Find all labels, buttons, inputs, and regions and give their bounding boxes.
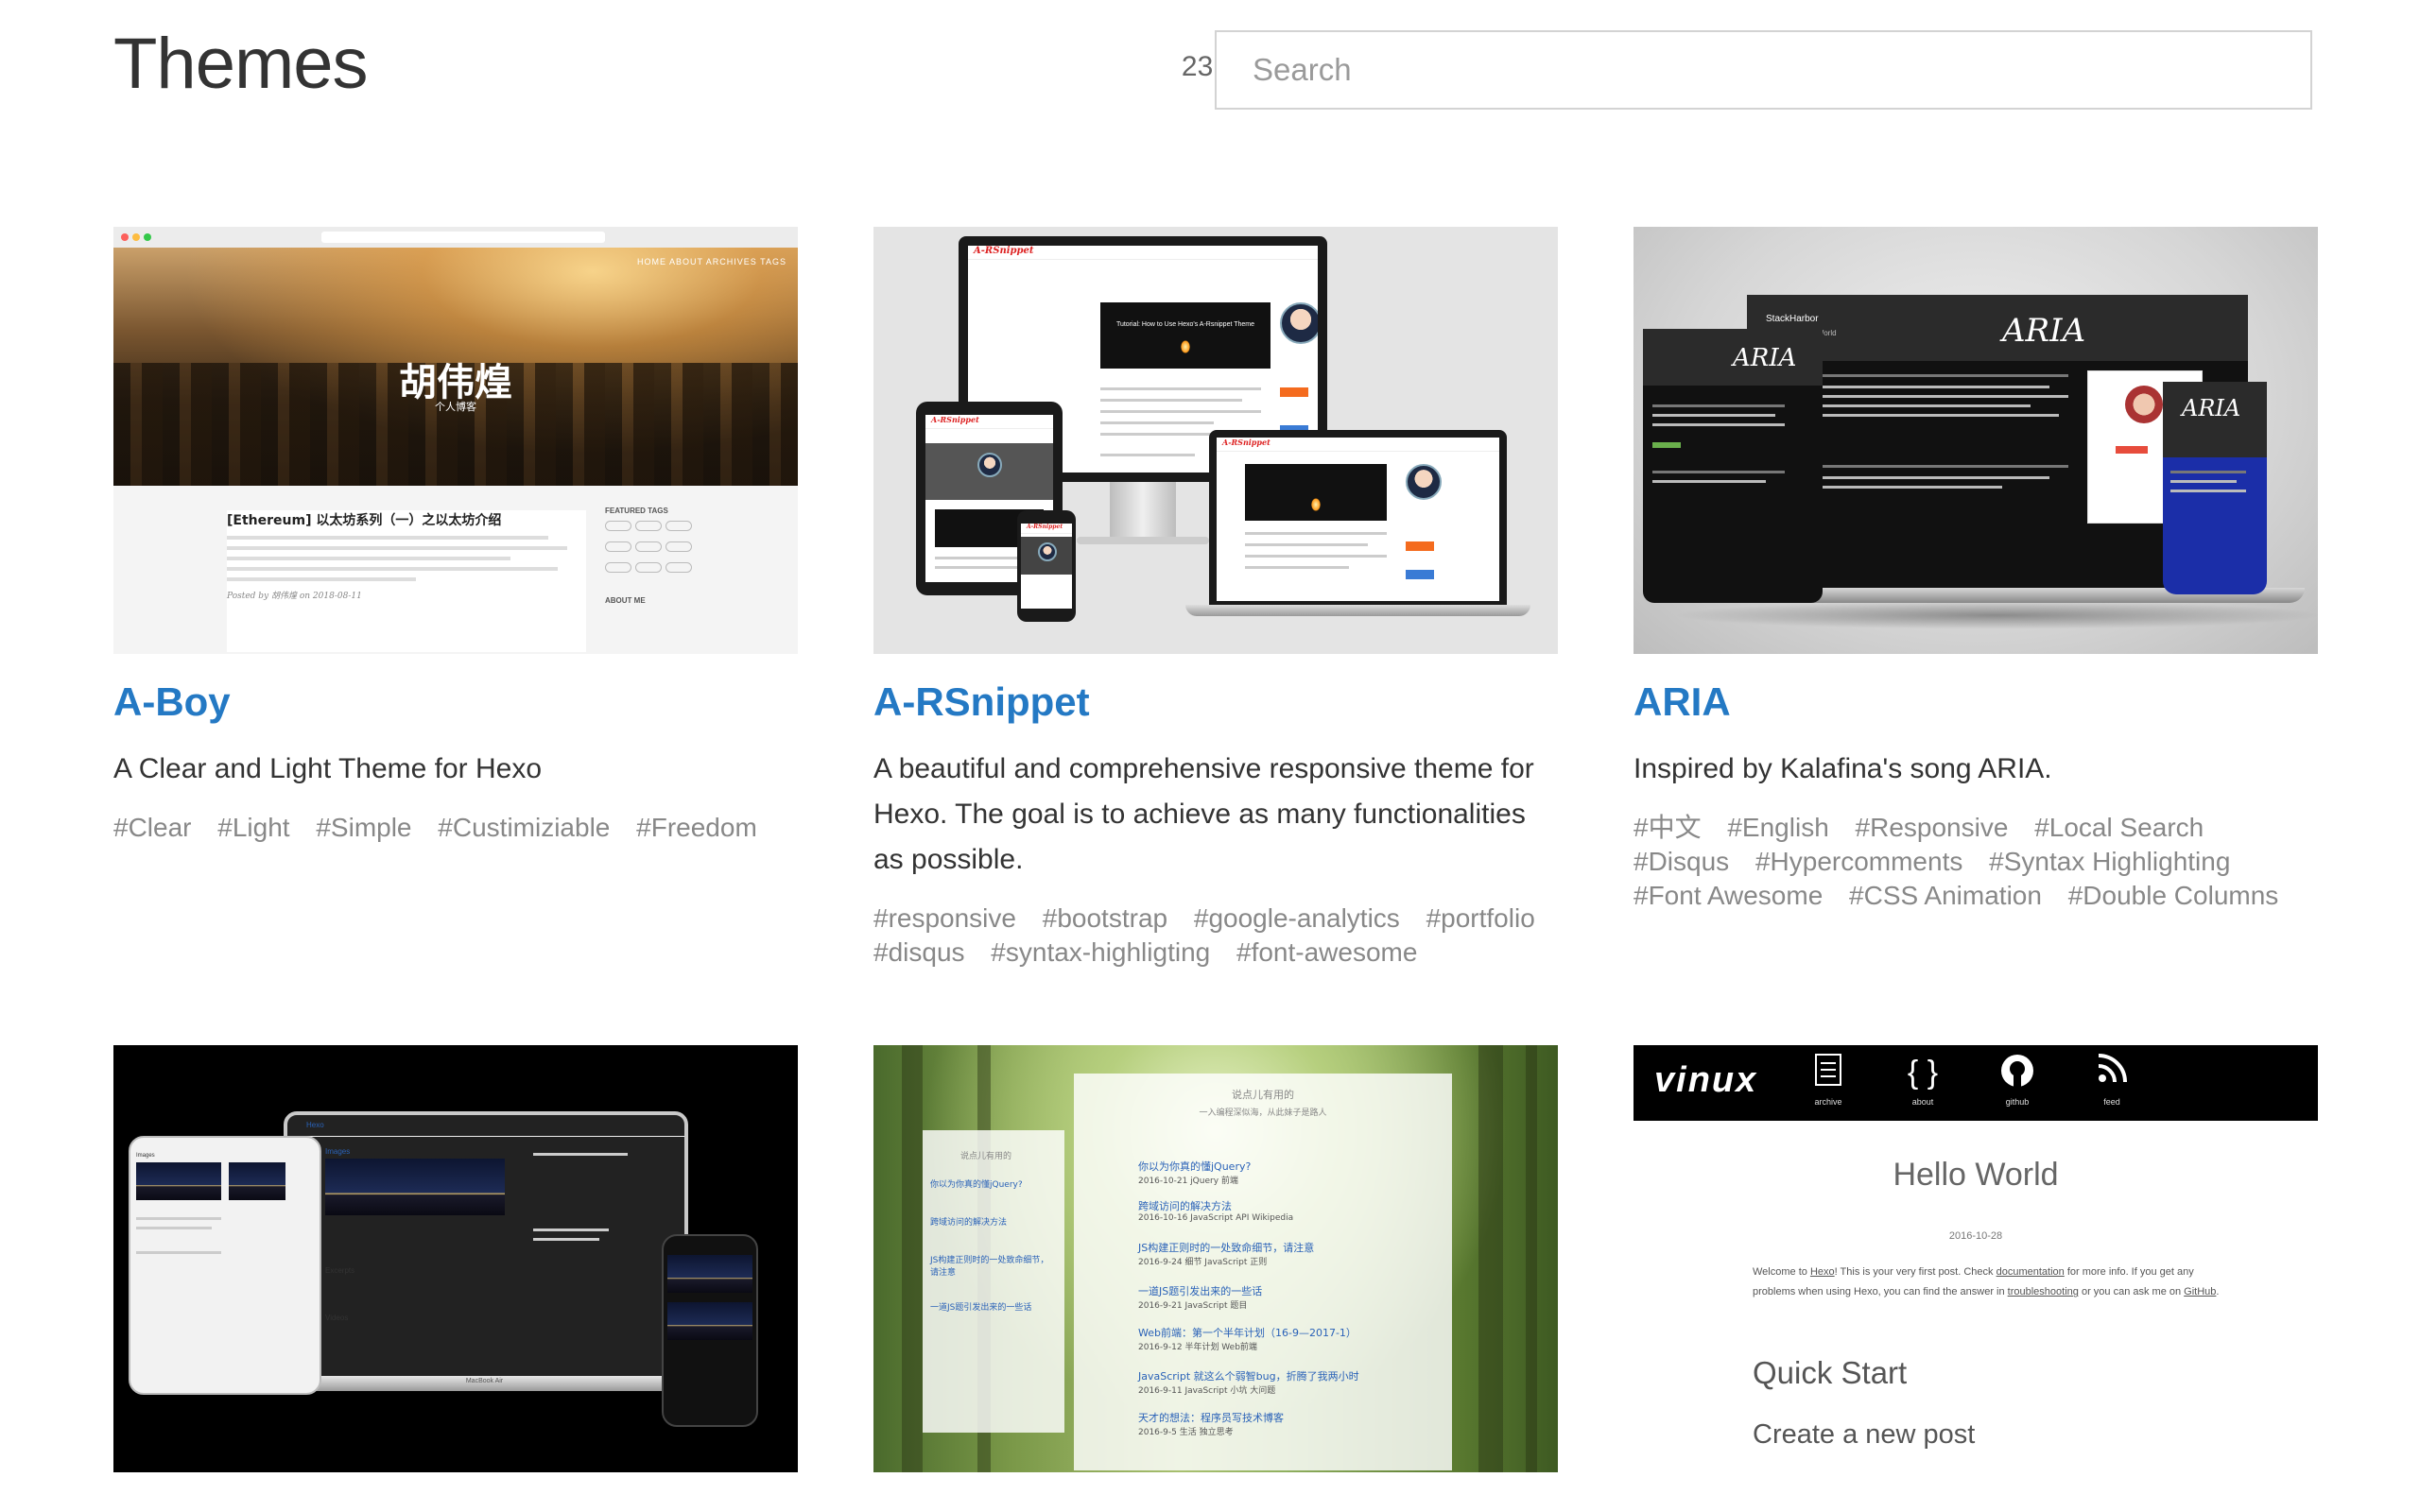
aria-logo: ARIA [2002, 312, 2086, 350]
preview-nav: HOME ABOUT ARCHIVES TAGS [636, 257, 786, 266]
theme-name-link[interactable]: A-Boy [113, 679, 798, 726]
preview-nav-archive: archive [1800, 1053, 1857, 1109]
theme-tag[interactable]: #portfolio [1426, 903, 1535, 933]
theme-screenshot-5[interactable]: 说点儿有用的 你以为你真的懂jQuery? 跨域访问的解决方法 JS构建正则时的… [873, 1045, 1558, 1473]
preview-post-body: Welcome to Hexo! This is your very first… [1753, 1266, 2220, 1298]
address-bar [321, 232, 605, 243]
search-input[interactable] [1215, 30, 2312, 110]
preview-sidebar: FEATURED TAGS ABOUT ME [605, 507, 718, 605]
rss-icon [2083, 1053, 2140, 1092]
theme-tag[interactable]: #syntax-highligting [991, 937, 1210, 967]
close-dot-icon [121, 233, 129, 241]
theme-tag[interactable]: #Responsive [1856, 813, 2009, 842]
theme-name-link[interactable]: A-RSnippet [873, 679, 1558, 726]
theme-description: A beautiful and comprehensive responsive… [873, 753, 1534, 876]
theme-tag[interactable]: #Syntax Highlighting [1989, 847, 2230, 876]
preview-heading: Quick Start [1753, 1355, 1908, 1391]
tablet: ARIA [1643, 329, 1823, 603]
browser-toolbar [113, 227, 798, 249]
theme-tag[interactable]: #google-analytics [1194, 903, 1400, 933]
theme-screenshot-6[interactable]: vinux archive { } about github feed Hell… [1634, 1045, 2318, 1473]
preview-logo: A-RSnippet [968, 246, 1318, 260]
theme-tag[interactable]: #中文 [1634, 813, 1702, 842]
preview-brand: vinux [1654, 1060, 1758, 1101]
preview-post: [Ethereum] 以太坊系列（一）之以太坊介绍 Posted by 胡伟煌 … [227, 510, 586, 652]
theme-tags: #Clear #Light #Simple #Custimiziable #Fr… [113, 811, 798, 845]
theme-tag[interactable]: #font-awesome [1236, 937, 1417, 967]
theme-tag[interactable]: #Custimiziable [438, 813, 610, 842]
preview-site-name: Hexo [306, 1121, 324, 1130]
github-icon [1989, 1053, 2046, 1092]
preview-posted-by: Posted by 胡伟煌 on 2018-08-11 [227, 592, 362, 601]
theme-screenshot-a-rsnippet[interactable]: A-RSnippet Tutorial: How to Use Hexo's A… [873, 227, 1558, 654]
theme-description: Inspired by Kalafina's song ARIA. [1634, 753, 2052, 785]
hero-subtitle: 个人博客 [435, 402, 476, 413]
phone: A-RSnippet [1017, 510, 1076, 622]
theme-tag[interactable]: #Local Search [2034, 813, 2204, 842]
theme-tags: #中文 #English #Responsive #Local Search #… [1634, 811, 2318, 913]
page-header: Themes 231 items [113, 0, 2316, 151]
theme-tag[interactable]: #responsive [873, 903, 1016, 933]
theme-tag[interactable]: #Freedom [636, 813, 757, 842]
theme-tag[interactable]: #Simple [316, 813, 411, 842]
theme-description: A Clear and Light Theme for Hexo [113, 753, 543, 785]
theme-grid: HOME ABOUT ARCHIVES TAGS 胡伟煌 个人博客 [Ether… [113, 227, 2318, 1497]
about-me-heading: ABOUT ME [605, 596, 646, 605]
braces-icon: { } [1907, 1055, 1939, 1091]
theme-tag[interactable]: #bootstrap [1043, 903, 1167, 933]
preview-post-title: [Ethereum] 以太坊系列（一）之以太坊介绍 [227, 513, 502, 528]
page-title: Themes [113, 24, 369, 104]
theme-tag[interactable]: #Disqus [1634, 847, 1729, 876]
archive-icon [1800, 1053, 1857, 1092]
preview-nav-about: { } about [1894, 1053, 1951, 1109]
preview-section-videos: Videos [325, 1314, 349, 1323]
mobile-preview-panel: 说点儿有用的 你以为你真的懂jQuery? 跨域访问的解决方法 JS构建正则时的… [923, 1130, 1064, 1434]
theme-screenshot-4[interactable]: Hexo Images Excerpts Videos MacBook Air [113, 1045, 798, 1473]
theme-card-aria: ARIA StackHarbor Whisper to the World [1634, 227, 2318, 970]
preview-navbar: vinux archive { } about github feed [1634, 1045, 2318, 1122]
preview-site-name: 说点儿有用的 [1232, 1089, 1294, 1102]
minimize-dot-icon [132, 233, 140, 241]
theme-card-4: Hexo Images Excerpts Videos MacBook Air [113, 1045, 798, 1497]
theme-tag[interactable]: #Light [217, 813, 289, 842]
theme-tag[interactable]: #Clear [113, 813, 191, 842]
phone [662, 1234, 758, 1428]
theme-screenshot-a-boy[interactable]: HOME ABOUT ARCHIVES TAGS 胡伟煌 个人博客 [Ether… [113, 227, 798, 654]
theme-tag[interactable]: #English [1727, 813, 1828, 842]
preview-subheading: Create a new post [1753, 1419, 1976, 1451]
theme-tag[interactable]: #CSS Animation [1849, 881, 2042, 910]
maximize-dot-icon [144, 233, 151, 241]
theme-screenshot-aria[interactable]: ARIA StackHarbor Whisper to the World [1634, 227, 2318, 654]
theme-card-a-rsnippet: A-RSnippet Tutorial: How to Use Hexo's A… [873, 227, 1558, 970]
preview-tagline: 一入编程深似海，从此妹子是路人 [1199, 1108, 1327, 1119]
theme-tag[interactable]: #Font Awesome [1634, 881, 1823, 910]
theme-tags: #responsive #bootstrap #google-analytics… [873, 902, 1558, 970]
preview-section-images: Images [325, 1147, 351, 1157]
preview-nav-github: github [1989, 1053, 2046, 1109]
theme-tag[interactable]: #Hypercomments [1755, 847, 1962, 876]
theme-card-a-boy: HOME ABOUT ARCHIVES TAGS 胡伟煌 个人博客 [Ether… [113, 227, 798, 970]
theme-name-link[interactable]: ARIA [1634, 679, 2318, 726]
themes-page: Themes 231 items HOME ABOUT ARCHIVES TAG… [0, 0, 2420, 1512]
preview-post-title: Hello World [1893, 1157, 2059, 1194]
preview-section-excerpts: Excerpts [325, 1266, 355, 1276]
site-name: StackHarbor [1766, 314, 1819, 324]
theme-tag[interactable]: #Double Columns [2068, 881, 2279, 910]
hero-image: HOME ABOUT ARCHIVES TAGS 胡伟煌 个人博客 [113, 248, 798, 486]
phone: ARIA [2163, 382, 2267, 594]
preview-post-date: 2016-10-28 [1948, 1230, 2003, 1243]
preview-nav-feed: feed [2083, 1053, 2140, 1109]
laptop: Hexo Images Excerpts Videos [284, 1111, 688, 1384]
featured-tags-heading: FEATURED TAGS [605, 507, 668, 515]
tablet: Images [129, 1136, 321, 1396]
laptop: A-RSnippet [1209, 430, 1507, 605]
preview-post-title: Tutorial: How to Use Hexo's A-Rsnippet T… [1115, 321, 1255, 328]
desktop-preview-panel: 说点儿有用的 一入编程深似海，从此妹子是路人 你以为你真的懂jQuery? 20… [1074, 1074, 1452, 1471]
theme-tag[interactable]: #disqus [873, 937, 965, 967]
theme-card-6: vinux archive { } about github feed Hell… [1634, 1045, 2318, 1497]
monitor-stand [1110, 482, 1176, 539]
theme-card-5: 说点儿有用的 你以为你真的懂jQuery? 跨域访问的解决方法 JS构建正则时的… [873, 1045, 1558, 1497]
